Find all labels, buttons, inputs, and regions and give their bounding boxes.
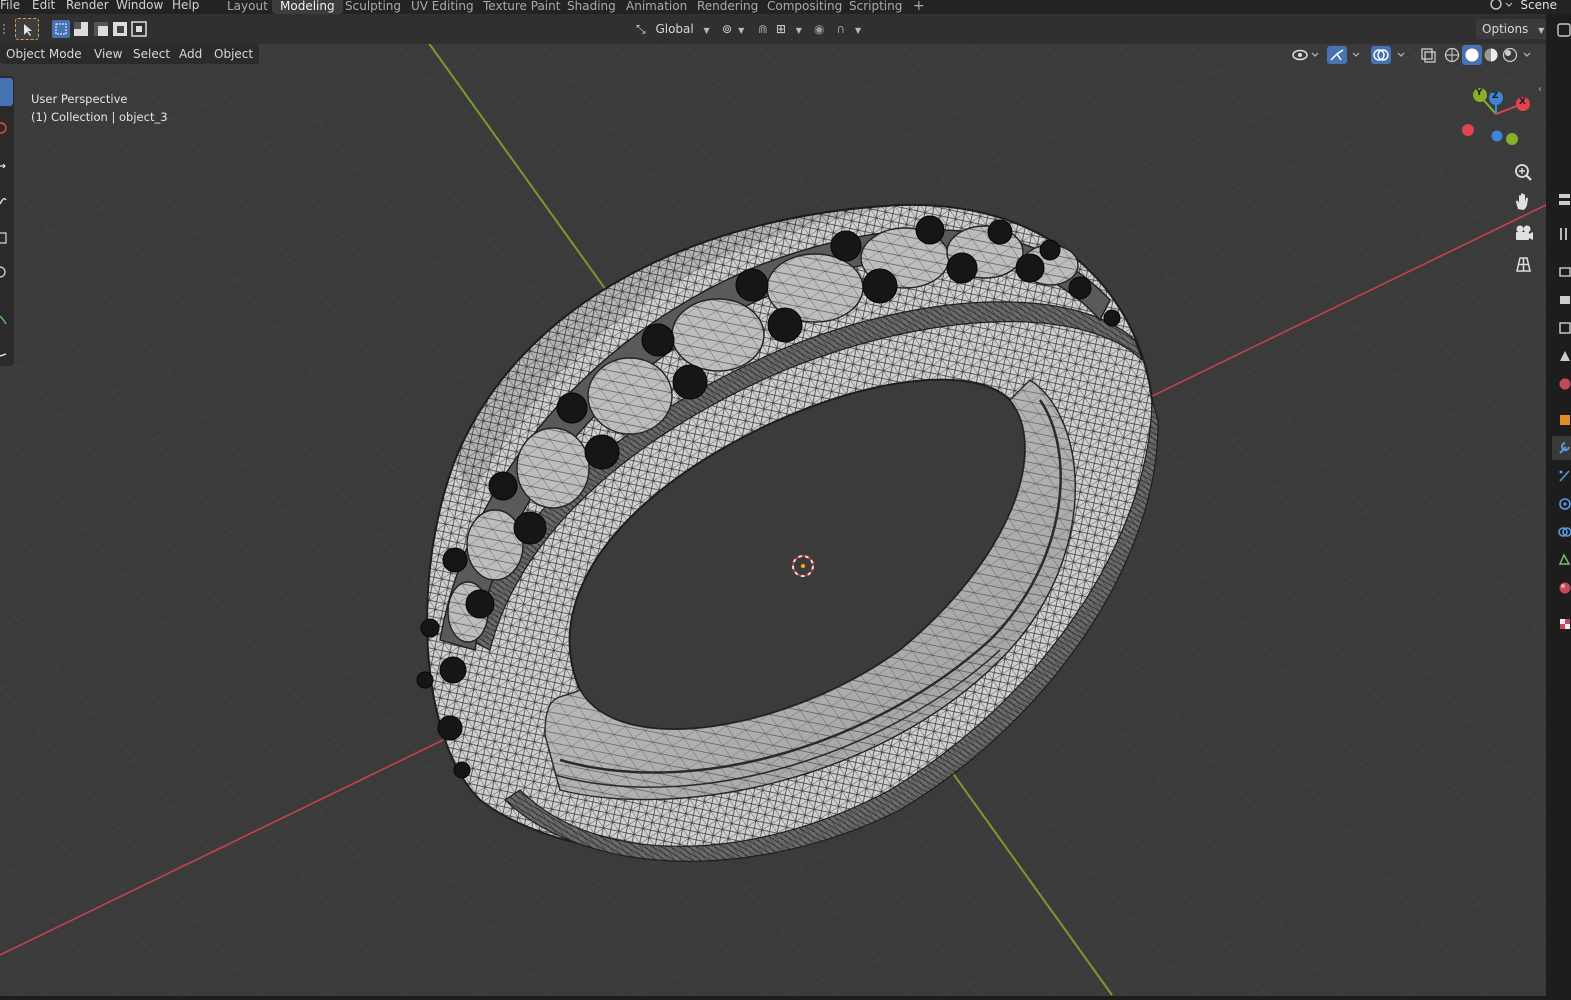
proportional-edit-icon: ◉: [814, 22, 825, 36]
properties-tab-strip: [1546, 14, 1571, 1000]
add-menu[interactable]: Add: [173, 44, 209, 64]
scene-selector-icon[interactable]: [1488, 0, 1514, 12]
select-menu[interactable]: Select: [127, 44, 177, 64]
output-properties-icon[interactable]: [1552, 288, 1571, 312]
gizmo-neg-y-axis[interactable]: [1506, 133, 1518, 145]
header-collapse-icon[interactable]: [2, 17, 8, 41]
add-workspace-plus-icon[interactable]: +: [905, 0, 933, 14]
tool-settings-icon[interactable]: [1552, 222, 1571, 246]
object-menu[interactable]: Object: [208, 44, 260, 64]
particles-properties-icon[interactable]: [1552, 464, 1571, 488]
object-properties-icon[interactable]: [1552, 408, 1571, 432]
tool-transform-icon[interactable]: [0, 258, 13, 286]
zoom-icon[interactable]: [1511, 160, 1535, 184]
tool-annotate-icon[interactable]: [0, 306, 13, 334]
texture-properties-icon[interactable]: [1552, 612, 1571, 636]
properties-editor-icon[interactable]: [1552, 188, 1571, 212]
grid-view-icon[interactable]: [1511, 252, 1535, 276]
scene-name[interactable]: Scene: [1520, 0, 1557, 14]
viewport-canvas[interactable]: [0, 14, 1546, 996]
selection-mode-icons[interactable]: [52, 20, 148, 38]
pivot-icon: ⊚: [722, 22, 733, 36]
transform-orientation-dropdown[interactable]: ⤡ Global ▼: [630, 19, 716, 39]
tab-modeling[interactable]: Modeling: [272, 0, 343, 14]
material-properties-icon[interactable]: [1552, 576, 1571, 600]
menu-help[interactable]: Help: [172, 0, 199, 14]
sidebar-toggle-chevron-icon[interactable]: ‹: [1538, 84, 1546, 98]
menu-file[interactable]: File: [0, 0, 20, 14]
tool-rotate-icon[interactable]: [0, 186, 13, 214]
tab-sculpting[interactable]: Sculpting: [337, 0, 409, 14]
mode-label: Object Mode: [6, 47, 82, 61]
navigation-gizmo[interactable]: Y Z X: [1456, 84, 1536, 154]
menu-render[interactable]: Render: [66, 0, 109, 14]
gizmo-label-y: Y: [1476, 88, 1483, 98]
tool-scale-icon[interactable]: [0, 224, 13, 252]
tab-texture-paint[interactable]: Texture Paint: [475, 0, 568, 14]
tool-cursor-icon[interactable]: [0, 114, 13, 142]
pan-hand-icon[interactable]: [1511, 190, 1535, 214]
tab-scripting[interactable]: Scripting: [841, 0, 910, 14]
tool-header: ⤡ Global ▼ ⊚ ▼ ⋒ ⊞ ▼ ◉ ∩ ▼ Options ▼: [0, 14, 1571, 44]
gizmo-label-z: Z: [1492, 91, 1499, 101]
gizmo-neg-x-axis[interactable]: [1462, 124, 1474, 136]
tool-measure-icon[interactable]: [0, 338, 13, 366]
tab-shading[interactable]: Shading: [559, 0, 624, 14]
gizmo-toggle[interactable]: [1326, 45, 1366, 65]
chevron-down-icon: ▼: [854, 26, 862, 35]
status-bar: [0, 996, 1571, 1000]
render-properties-icon[interactable]: [1552, 260, 1571, 284]
falloff-curve-icon: ∩: [836, 22, 846, 36]
view-menu[interactable]: View: [88, 44, 129, 64]
chevron-down-icon: ▼: [795, 26, 802, 35]
menu-window[interactable]: Window: [116, 0, 163, 14]
overlays-toggle[interactable]: [1370, 45, 1412, 65]
collection-info: (1) Collection | object_3: [31, 110, 168, 124]
tab-compositing[interactable]: Compositing: [759, 0, 850, 14]
viewport-header: Object Mode ▼ View Select Add Object: [0, 44, 1546, 66]
world-properties-icon[interactable]: [1552, 372, 1571, 396]
menu-edit[interactable]: Edit: [32, 0, 55, 14]
left-toolbar: [0, 76, 14, 366]
chevron-down-icon: ▼: [1538, 26, 1545, 35]
modifier-properties-wrench-icon[interactable]: [1552, 436, 1571, 460]
snapping-dropdown[interactable]: ⋒ ⊞ ▼: [752, 19, 808, 39]
orientation-value: Global: [655, 22, 694, 36]
orientation-axes-icon: ⤡: [636, 22, 646, 36]
gizmo-label-x: X: [1519, 97, 1526, 107]
tab-animation[interactable]: Animation: [618, 0, 695, 14]
options-dropdown[interactable]: Options ▼: [1476, 19, 1551, 39]
outliner-editor-icon[interactable]: [1552, 18, 1571, 42]
magnet-icon: ⋒: [758, 22, 769, 36]
select-tool-icon[interactable]: [15, 18, 39, 40]
xray-toggle-icon[interactable]: [1418, 45, 1438, 65]
gizmo-neg-z-axis[interactable]: [1491, 130, 1503, 142]
pivot-point-dropdown[interactable]: ⊚ ▼: [716, 19, 750, 39]
viewport-info: User Perspective (1) Collection | object…: [31, 90, 168, 126]
top-menu-bar: File Edit Render Window Help Layout Mode…: [0, 0, 1571, 14]
chevron-down-icon: ▼: [738, 26, 745, 35]
proportional-editing-toggle[interactable]: ◉ ∩ ▼: [808, 19, 867, 39]
shading-mode-buttons[interactable]: [1442, 45, 1542, 65]
view-name: User Perspective: [31, 92, 128, 106]
tool-move-icon[interactable]: [0, 152, 13, 180]
tab-uv-editing[interactable]: UV Editing: [403, 0, 482, 14]
chevron-down-icon: ▼: [703, 26, 710, 35]
options-label: Options: [1482, 22, 1529, 36]
snap-target-icon: ⊞: [775, 22, 786, 36]
3d-viewport[interactable]: User Perspective (1) Collection | object…: [0, 14, 1546, 996]
camera-icon[interactable]: [1511, 221, 1535, 245]
view-layer-properties-icon[interactable]: [1552, 316, 1571, 340]
visibility-dropdown[interactable]: [1290, 45, 1322, 65]
scene-properties-icon[interactable]: [1552, 344, 1571, 368]
data-properties-icon[interactable]: [1552, 548, 1571, 572]
tool-select-box-icon[interactable]: [0, 78, 13, 106]
physics-properties-icon[interactable]: [1552, 492, 1571, 516]
tab-layout[interactable]: Layout: [219, 0, 276, 14]
tab-rendering[interactable]: Rendering: [689, 0, 766, 14]
constraints-properties-icon[interactable]: [1552, 520, 1571, 544]
